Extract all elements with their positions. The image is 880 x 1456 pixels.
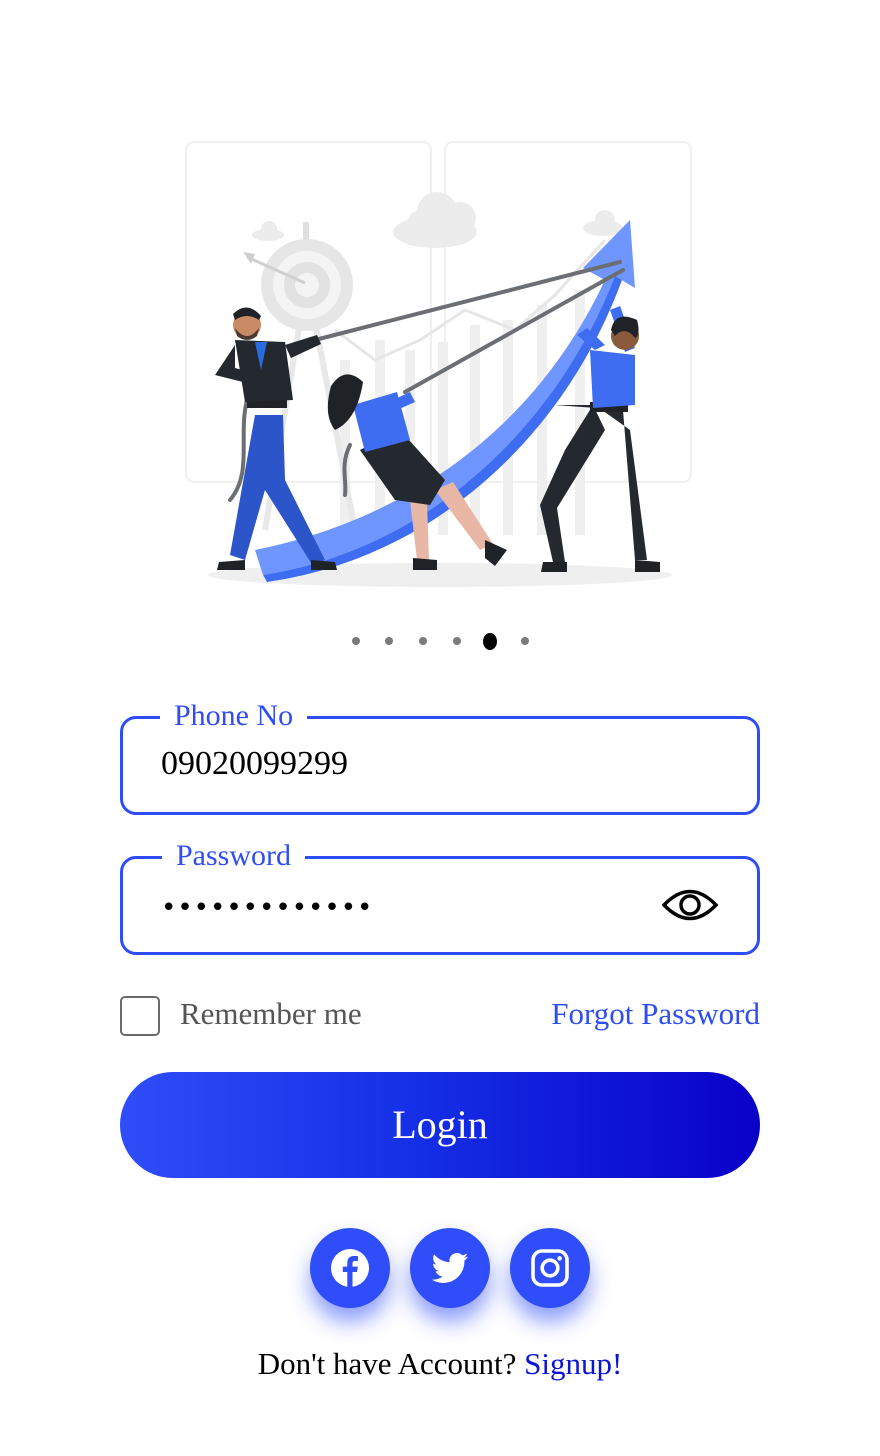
phone-label: Phone No: [160, 697, 308, 735]
login-button[interactable]: Login: [120, 1072, 760, 1178]
phone-input-value[interactable]: 09020099299: [161, 743, 348, 785]
carousel-dot[interactable]: [385, 637, 393, 645]
facebook-button[interactable]: [310, 1228, 390, 1308]
forgot-password-link[interactable]: Forgot Password: [551, 994, 760, 1034]
carousel-dot[interactable]: [521, 637, 529, 645]
password-label: Password: [162, 837, 306, 875]
remember-me-checkbox[interactable]: [120, 996, 160, 1036]
carousel-indicator: [0, 632, 880, 652]
remember-me-label[interactable]: Remember me: [180, 994, 362, 1034]
signup-link[interactable]: Signup!: [524, 1346, 622, 1381]
password-input-value[interactable]: •••••••••••••: [161, 887, 373, 929]
carousel-dot[interactable]: [453, 637, 461, 645]
signup-prompt: Don't have Account? Signup!: [0, 1344, 880, 1384]
carousel-dot-active[interactable]: [483, 633, 497, 650]
twitter-icon: [431, 1253, 468, 1283]
carousel-dot[interactable]: [419, 637, 427, 645]
signup-prompt-text: Don't have Account?: [257, 1346, 517, 1381]
facebook-icon: [331, 1249, 369, 1287]
carousel-dot[interactable]: [352, 637, 360, 645]
instagram-icon: [531, 1249, 569, 1287]
eye-icon[interactable]: [661, 882, 719, 928]
phone-field[interactable]: Phone No 09020099299: [120, 697, 760, 815]
instagram-button[interactable]: [510, 1228, 590, 1308]
twitter-button[interactable]: [410, 1228, 490, 1308]
password-field[interactable]: Password •••••••••••••: [120, 837, 760, 955]
hero-illustration: [185, 141, 692, 587]
